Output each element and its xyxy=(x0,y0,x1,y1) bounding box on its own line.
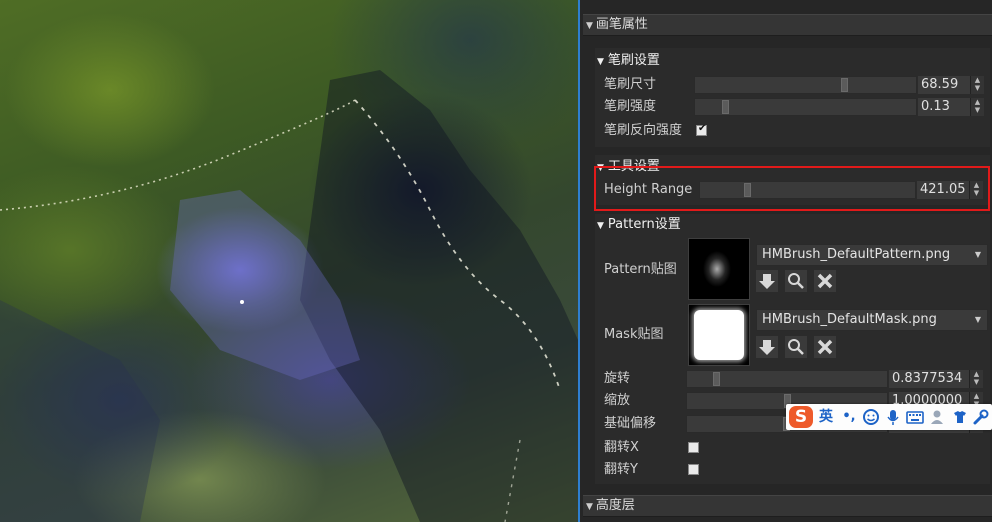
checkmark-icon: ✔ xyxy=(698,123,707,134)
rotation-value[interactable]: 0.8377534 xyxy=(889,370,969,388)
download-arrow-icon xyxy=(759,340,775,355)
ime-mode-toggle[interactable]: 英 xyxy=(819,408,833,426)
pattern-load-button[interactable] xyxy=(756,270,778,292)
brush-strength-slider[interactable] xyxy=(694,98,917,116)
brush-size-label: 笔刷尺寸 xyxy=(604,77,657,92)
mask-texture-dropdown[interactable]: HMBrush_DefaultMask.png ▼ xyxy=(756,309,988,331)
close-icon xyxy=(817,339,833,355)
collapse-arrow-icon: ▼ xyxy=(586,21,593,31)
skin-icon[interactable] xyxy=(951,408,969,426)
chevron-down-icon: ▼ xyxy=(974,315,981,324)
mask-load-button[interactable] xyxy=(756,336,778,358)
mask-texture-label: Mask贴图 xyxy=(604,327,664,342)
brush-size-value[interactable]: 68.59 xyxy=(918,76,970,94)
microphone-icon[interactable] xyxy=(885,408,901,426)
base-offset-label: 基础偏移 xyxy=(604,416,657,431)
mask-clear-button[interactable] xyxy=(814,336,836,358)
collapse-arrow-icon: ▼ xyxy=(597,57,604,67)
brush-invert-label: 笔刷反向强度 xyxy=(604,123,683,138)
pattern-texture-thumbnail[interactable] xyxy=(688,238,750,300)
scale-label: 缩放 xyxy=(604,393,631,408)
brush-strength-label: 笔刷强度 xyxy=(604,99,657,114)
brush-strength-value[interactable]: 0.13 xyxy=(918,98,970,116)
mask-texture-thumbnail[interactable] xyxy=(688,304,750,366)
chevron-down-icon: ▼ xyxy=(974,250,981,259)
collapse-arrow-icon: ▼ xyxy=(586,502,593,512)
terrain-viewport[interactable] xyxy=(0,0,578,522)
close-icon xyxy=(817,273,833,289)
pattern-settings-label: Pattern设置 xyxy=(607,217,681,232)
emoji-icon[interactable] xyxy=(862,408,880,426)
pattern-texture-label: Pattern贴图 xyxy=(604,262,677,277)
collapse-arrow-icon: ▼ xyxy=(597,221,604,231)
tools-icon[interactable] xyxy=(972,408,990,426)
rotation-label: 旋转 xyxy=(604,371,631,386)
pattern-settings-title[interactable]: ▼ Pattern设置 xyxy=(597,216,681,234)
brush-settings-label: 笔刷设置 xyxy=(607,53,660,68)
keyboard-icon[interactable] xyxy=(905,408,925,426)
brush-settings-title[interactable]: ▼ 笔刷设置 xyxy=(597,52,660,70)
ime-punctuation-toggle[interactable]: •, xyxy=(842,408,856,426)
flip-y-label: 翻转Y xyxy=(604,462,638,477)
brush-size-spinner[interactable]: ▲ ▼ xyxy=(970,76,984,94)
brush-size-slider[interactable] xyxy=(694,76,917,94)
terrain-ridges xyxy=(0,70,578,522)
height-layer-header[interactable]: ▼ 高度层 xyxy=(583,495,992,517)
rotation-spinner[interactable]: ▲ ▼ xyxy=(969,370,983,388)
mask-browse-button[interactable] xyxy=(785,336,807,358)
flip-y-checkbox[interactable] xyxy=(688,464,699,475)
highlight-box xyxy=(594,166,990,211)
pattern-texture-filename: HMBrush_DefaultPattern.png xyxy=(762,247,951,262)
pattern-clear-button[interactable] xyxy=(814,270,836,292)
magnifier-icon xyxy=(788,339,804,355)
brush-invert-checkbox[interactable]: ✔ xyxy=(696,123,707,136)
height-layer-title: 高度层 xyxy=(595,498,635,513)
slider-handle[interactable] xyxy=(841,78,848,92)
slider-handle[interactable] xyxy=(722,100,729,114)
flip-x-checkbox[interactable] xyxy=(688,442,699,453)
sogou-logo-icon[interactable]: S xyxy=(789,406,813,428)
brush-properties-header[interactable]: ▼ 画笔属性 xyxy=(583,14,992,36)
slider-handle[interactable] xyxy=(713,372,720,386)
download-arrow-icon xyxy=(759,274,775,289)
flip-x-label: 翻转X xyxy=(604,440,639,455)
mask-texture-filename: HMBrush_DefaultMask.png xyxy=(762,312,937,327)
pattern-browse-button[interactable] xyxy=(785,270,807,292)
magnifier-icon xyxy=(788,273,804,289)
ime-toolbar[interactable]: S 英 •, xyxy=(786,404,992,430)
rotation-slider[interactable] xyxy=(686,370,888,388)
user-icon[interactable] xyxy=(929,408,947,426)
brush-properties-title: 画笔属性 xyxy=(595,17,648,32)
pattern-texture-dropdown[interactable]: HMBrush_DefaultPattern.png ▼ xyxy=(756,244,988,266)
brush-strength-spinner[interactable]: ▲ ▼ xyxy=(970,98,984,116)
